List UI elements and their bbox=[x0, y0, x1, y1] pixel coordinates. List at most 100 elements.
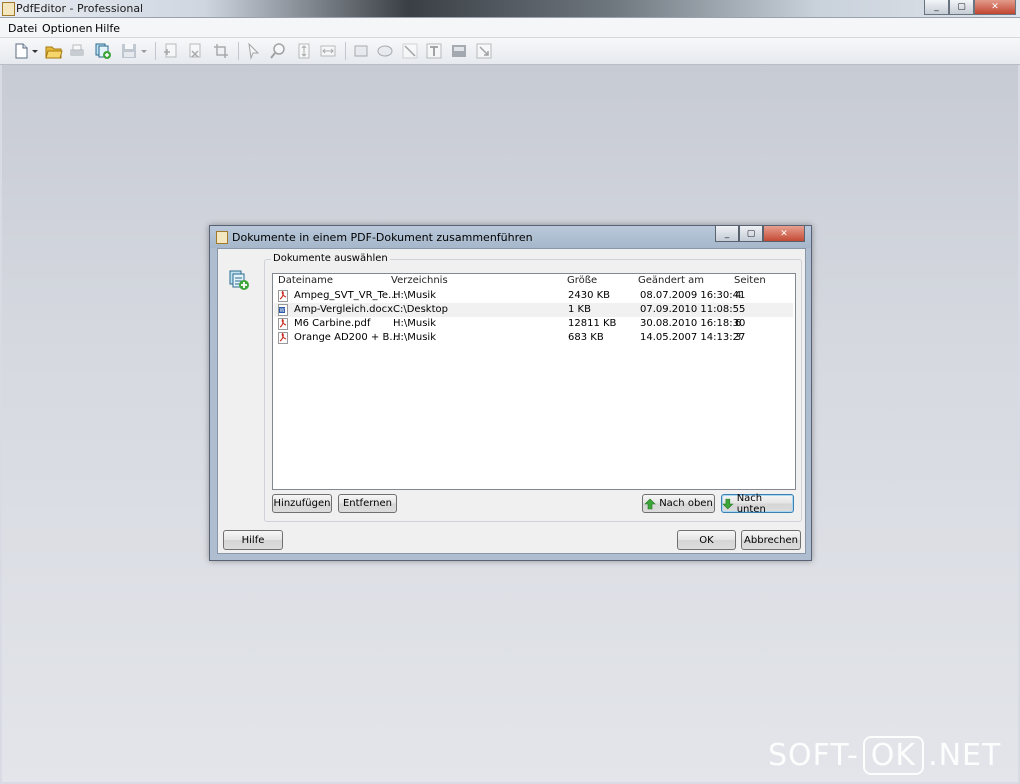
cell-date: 14.05.2007 14:13:27 bbox=[640, 332, 746, 343]
watermark-box: OK bbox=[862, 736, 925, 775]
dialog-minimize-button[interactable]: _ bbox=[715, 226, 739, 242]
ok-button-label: OK bbox=[699, 534, 714, 546]
dialog-titlebar: Dokumente in einem PDF-Dokument zusammen… bbox=[210, 226, 811, 248]
window-controls: _ ▢ ✕ bbox=[924, 0, 1016, 15]
cell-date: 08.07.2009 16:30:41 bbox=[640, 290, 746, 301]
move-up-label: Nach oben bbox=[659, 498, 713, 509]
move-down-button[interactable]: Nach unten bbox=[721, 492, 794, 515]
column-header-groesse[interactable]: Größe bbox=[567, 275, 597, 286]
column-header-verzeichnis[interactable]: Verzeichnis bbox=[391, 275, 448, 286]
dialog-title: Dokumente in einem PDF-Dokument zusammen… bbox=[232, 231, 533, 244]
cell-size: 2430 KB bbox=[568, 290, 611, 301]
add-button[interactable]: Hinzufügen bbox=[272, 494, 332, 513]
cell-size: 1 KB bbox=[568, 304, 591, 315]
arrow-up-icon bbox=[644, 498, 656, 509]
ellipse-icon[interactable] bbox=[376, 42, 394, 60]
pdf-file-icon bbox=[278, 290, 288, 302]
cell-date: 30.08.2010 16:18:30 bbox=[640, 318, 746, 329]
cell-pages: 6 bbox=[735, 318, 742, 329]
image-icon[interactable] bbox=[450, 42, 468, 60]
dialog-maximize-button[interactable]: ▢ bbox=[739, 226, 763, 242]
add-button-label: Hinzufügen bbox=[273, 498, 331, 509]
print-icon[interactable] bbox=[68, 42, 86, 60]
pdf-file-icon bbox=[278, 318, 288, 330]
maximize-button[interactable]: ▢ bbox=[949, 0, 974, 15]
insert-page-icon[interactable] bbox=[162, 42, 180, 60]
cell-filename: M6 Carbine.pdf bbox=[294, 318, 371, 329]
cancel-button-label: Abbrechen bbox=[744, 534, 798, 546]
watermark: SOFT- OK .NET bbox=[768, 736, 1001, 775]
fit-height-icon[interactable] bbox=[295, 42, 313, 60]
menubar: Datei Optionen Hilfe bbox=[0, 18, 1020, 38]
window-titlebar: PdfEditor - Professional _ ▢ ✕ bbox=[0, 0, 1020, 18]
cell-size: 683 KB bbox=[568, 332, 604, 343]
cell-filename: Orange AD200 + B... bbox=[294, 332, 399, 343]
cell-directory: H:\Musik bbox=[393, 318, 437, 329]
move-up-button[interactable]: Nach oben bbox=[642, 494, 715, 513]
help-button[interactable]: Hilfe bbox=[223, 530, 283, 550]
column-header-dateiname[interactable]: Dateiname bbox=[278, 275, 333, 286]
toolbar-separator bbox=[155, 42, 156, 60]
open-folder-icon[interactable] bbox=[45, 42, 63, 60]
toolbar bbox=[0, 38, 1020, 65]
dropdown-arrow-icon[interactable] bbox=[140, 42, 148, 60]
line-icon[interactable] bbox=[401, 42, 419, 60]
link-icon[interactable] bbox=[475, 42, 493, 60]
word-file-icon: W bbox=[278, 304, 288, 316]
ok-button[interactable]: OK bbox=[677, 530, 736, 550]
toolbar-separator bbox=[238, 42, 239, 60]
toolbar-separator bbox=[345, 42, 346, 60]
menu-hilfe[interactable]: Hilfe bbox=[95, 22, 120, 35]
dialog-close-button[interactable]: ✕ bbox=[763, 226, 805, 242]
column-header-geaendert[interactable]: Geändert am bbox=[638, 275, 704, 286]
document-list[interactable]: Dateiname Verzeichnis Größe Geändert am … bbox=[272, 273, 796, 490]
move-down-label: Nach unten bbox=[736, 492, 766, 515]
cell-filename: Ampeg_SVT_VR_Te... bbox=[294, 290, 398, 301]
cell-filename: Amp-Vergleich.docx bbox=[294, 304, 394, 315]
zoom-icon[interactable] bbox=[269, 42, 287, 60]
merge-icon[interactable] bbox=[94, 42, 112, 60]
arrow-down-icon bbox=[722, 498, 734, 509]
table-row[interactable]: M6 Carbine.pdf H:\Musik 12811 KB 30.08.2… bbox=[274, 317, 793, 331]
watermark-right: .NET bbox=[928, 738, 1002, 773]
table-row[interactable]: W Amp-Vergleich.docx C:\Desktop 1 KB 07.… bbox=[274, 303, 793, 317]
cell-size: 12811 KB bbox=[568, 318, 617, 329]
watermark-left: SOFT- bbox=[768, 738, 859, 773]
cell-directory: C:\Desktop bbox=[393, 304, 448, 315]
cell-directory: H:\Musik bbox=[393, 332, 437, 343]
cell-directory: H:\Musik bbox=[393, 290, 437, 301]
fit-width-icon[interactable] bbox=[319, 42, 337, 60]
save-icon[interactable] bbox=[120, 42, 138, 60]
table-row[interactable]: Orange AD200 + B... H:\Musik 683 KB 14.0… bbox=[274, 331, 793, 345]
cancel-button[interactable]: Abbrechen bbox=[741, 530, 801, 550]
menu-optionen[interactable]: Optionen bbox=[42, 22, 92, 35]
text-icon[interactable] bbox=[425, 42, 443, 60]
remove-button-label: Entfernen bbox=[342, 498, 392, 509]
delete-page-icon[interactable] bbox=[186, 42, 204, 60]
new-doc-icon[interactable] bbox=[12, 42, 30, 60]
close-button[interactable]: ✕ bbox=[974, 0, 1016, 15]
minimize-button[interactable]: _ bbox=[924, 0, 949, 15]
merge-dialog: Dokumente in einem PDF-Dokument zusammen… bbox=[209, 225, 812, 561]
dialog-client: Dokumente auswählen Dateiname Verzeichni… bbox=[217, 248, 806, 554]
document-groupbox: Dokumente auswählen Dateiname Verzeichni… bbox=[264, 253, 802, 522]
dialog-controls: _ ▢ ✕ bbox=[715, 226, 805, 242]
merge-documents-icon bbox=[228, 269, 250, 291]
crop-icon[interactable] bbox=[212, 42, 230, 60]
table-row[interactable]: Ampeg_SVT_VR_Te... H:\Musik 2430 KB 08.0… bbox=[274, 289, 793, 303]
cell-pages: 4 bbox=[735, 290, 742, 301]
app-icon bbox=[2, 2, 15, 16]
select-arrow-icon[interactable] bbox=[244, 42, 262, 60]
window-title: PdfEditor - Professional bbox=[16, 2, 144, 15]
rectangle-icon[interactable] bbox=[352, 42, 370, 60]
cell-pages: 3 bbox=[735, 332, 742, 343]
remove-button[interactable]: Entfernen bbox=[338, 494, 397, 513]
help-button-label: Hilfe bbox=[241, 534, 265, 546]
dialog-app-icon bbox=[216, 231, 228, 244]
menu-datei[interactable]: Datei bbox=[8, 22, 37, 35]
cell-date: 07.09.2010 11:08:55 bbox=[640, 304, 746, 315]
column-header-seiten[interactable]: Seiten bbox=[734, 275, 766, 286]
dropdown-arrow-icon[interactable] bbox=[31, 42, 39, 60]
list-header: Dateiname Verzeichnis Größe Geändert am … bbox=[273, 274, 795, 288]
group-label: Dokumente auswählen bbox=[271, 253, 390, 264]
